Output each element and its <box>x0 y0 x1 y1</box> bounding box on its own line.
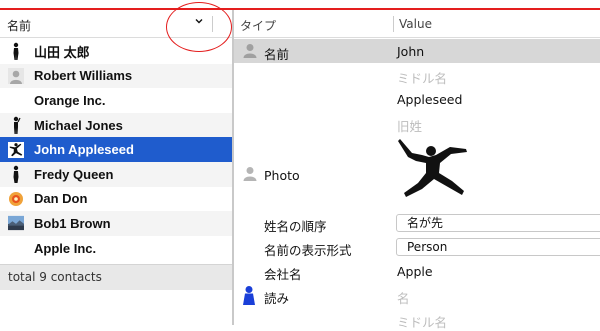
middle-name-row[interactable]: ミドル名 <box>234 63 600 87</box>
contact-name: Robert Williams <box>34 68 133 84</box>
name-order-label: 姓名の順序 <box>264 219 327 234</box>
chevron-down-icon[interactable] <box>194 15 204 29</box>
name-label: 名前 <box>264 47 290 62</box>
person-silhouette-icon <box>8 165 24 184</box>
reading-middle-placeholder[interactable]: ミドル名 <box>397 312 447 331</box>
contact-detail-pane: タイプ Value 名前 John ミドル名 Appleseed 旧姓 Phot… <box>234 10 600 330</box>
company-row[interactable]: 会社名 Apple <box>234 259 600 283</box>
contact-row[interactable]: Dan Don <box>0 186 232 212</box>
top-annotation-line <box>0 0 600 10</box>
list-empty-area <box>0 290 232 325</box>
maiden-name-row[interactable]: 旧姓 <box>234 111 600 135</box>
sort-header[interactable]: 名前 <box>0 10 232 38</box>
default-person-icon <box>8 67 24 85</box>
name-order-select[interactable]: 名が先 <box>396 214 600 232</box>
column-separator[interactable] <box>393 16 394 32</box>
reading-middle-row[interactable]: ミドル名 <box>234 307 600 330</box>
contact-row[interactable]: Robert Williams <box>0 63 232 89</box>
first-name-value[interactable]: John <box>397 44 424 59</box>
type-column-header[interactable]: タイプ <box>240 17 276 34</box>
value-column-header[interactable]: Value <box>399 17 432 31</box>
contact-list: 山田 太郎 Robert Williams Orange Inc. Michae… <box>0 39 232 261</box>
contact-list-pane: 名前 山田 太郎 Robert Williams Orange Inc. Mic… <box>0 10 232 325</box>
flower-icon <box>8 190 24 208</box>
contact-row[interactable]: Bob1 Brown <box>0 211 232 236</box>
contact-count-text: total 9 contacts <box>8 270 102 284</box>
person-silhouette-icon <box>8 116 24 135</box>
display-format-label: 名前の表示形式 <box>264 243 352 258</box>
photo-label: Photo <box>264 168 300 183</box>
blue-person-icon <box>242 285 258 308</box>
default-person-icon <box>242 165 258 184</box>
reading-first-placeholder[interactable]: 名 <box>397 288 410 307</box>
company-label: 会社名 <box>264 267 302 282</box>
display-format-select[interactable]: Person <box>396 238 600 256</box>
contact-row-selected[interactable]: John Appleseed <box>0 137 232 162</box>
last-name-row[interactable]: Appleseed <box>234 87 600 111</box>
company-value[interactable]: Apple <box>397 264 433 279</box>
contact-row[interactable]: 山田 太郎 <box>0 39 232 64</box>
contact-name: Bob1 Brown <box>34 215 111 231</box>
contact-count-bar: total 9 contacts <box>0 264 232 290</box>
jumping-person-photo[interactable] <box>396 137 476 206</box>
display-format-row: 名前の表示形式 Person <box>234 235 600 259</box>
contact-name: Michael Jones <box>34 117 123 133</box>
no-avatar-placeholder <box>8 91 24 109</box>
contact-name: Orange Inc. <box>34 92 106 108</box>
contact-row[interactable]: Apple Inc. <box>0 235 232 261</box>
header-separator <box>212 16 213 32</box>
contact-name: John Appleseed <box>34 142 134 158</box>
contact-row[interactable]: Michael Jones <box>0 112 232 138</box>
display-format-value: Person <box>407 240 448 254</box>
jumping-person-icon <box>8 141 24 159</box>
name-order-row: 姓名の順序 名が先 <box>234 211 600 235</box>
sort-header-label: 名前 <box>7 19 32 33</box>
middle-name-placeholder[interactable]: ミドル名 <box>397 68 447 87</box>
landscape-photo-icon <box>8 214 24 232</box>
last-name-value[interactable]: Appleseed <box>397 92 462 107</box>
person-silhouette-icon <box>8 42 24 61</box>
contact-row[interactable]: Orange Inc. <box>0 88 232 113</box>
maiden-name-placeholder[interactable]: 旧姓 <box>397 116 422 135</box>
name-order-value: 名が先 <box>407 216 444 230</box>
reading-row[interactable]: 読み 名 <box>234 283 600 307</box>
contact-name: 山田 太郎 <box>34 44 90 60</box>
contact-name: Fredy Queen <box>34 166 114 182</box>
name-row[interactable]: 名前 John <box>234 39 600 63</box>
contact-name: Dan Don <box>34 191 88 207</box>
contact-row[interactable]: Fredy Queen <box>0 161 232 187</box>
reading-label: 読み <box>264 291 290 306</box>
photo-row[interactable]: Photo <box>234 135 600 211</box>
no-avatar-placeholder <box>8 239 24 257</box>
contact-name: Apple Inc. <box>34 240 97 256</box>
detail-header: タイプ Value <box>234 10 600 38</box>
default-person-icon <box>242 42 258 61</box>
